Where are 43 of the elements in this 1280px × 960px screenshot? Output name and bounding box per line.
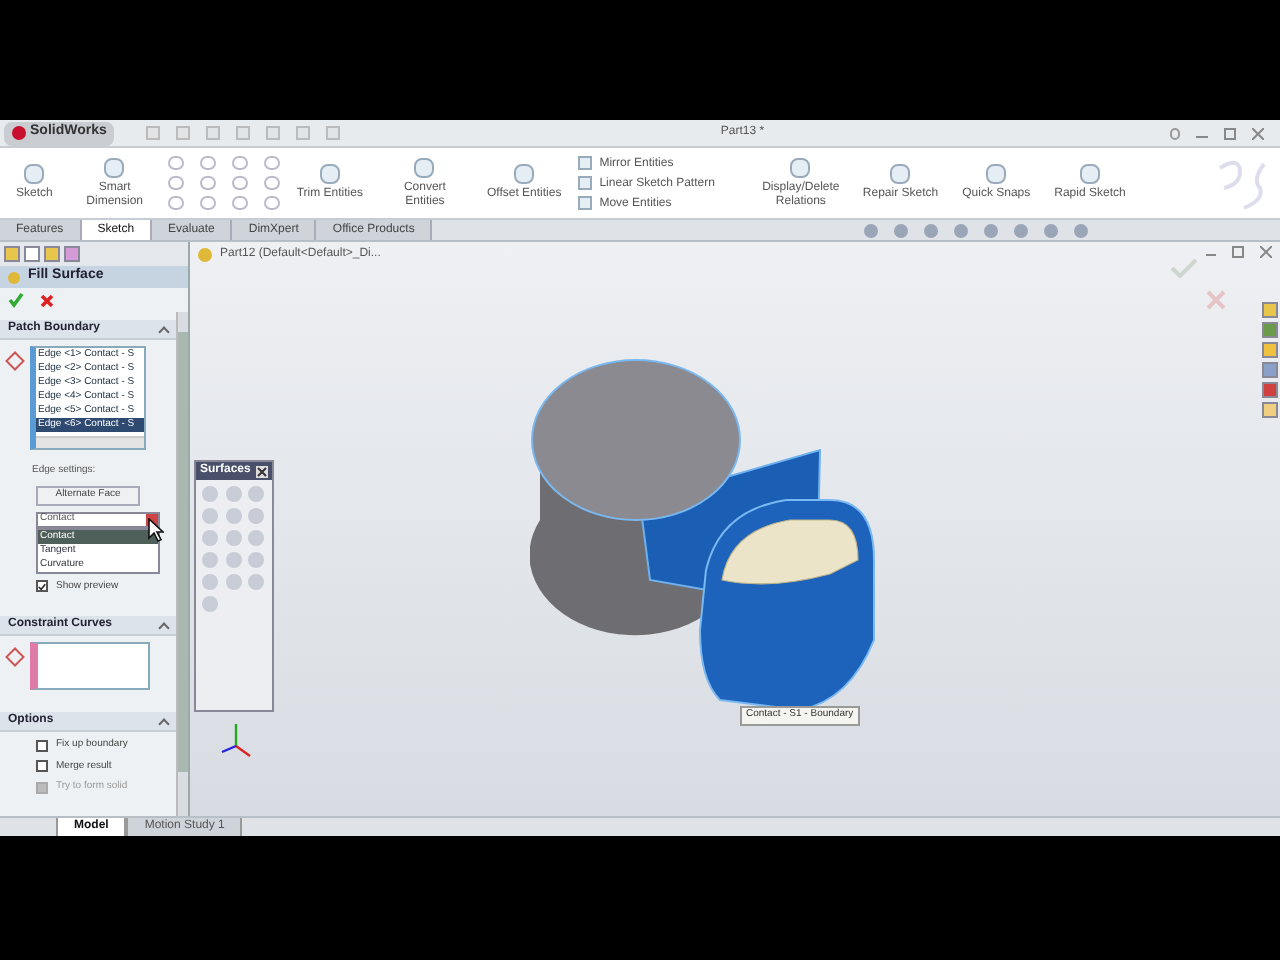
part-icon — [198, 248, 212, 262]
tool-icon — [790, 157, 811, 177]
collapse-icon — [158, 621, 170, 633]
curve-selection-icon — [5, 647, 25, 667]
vertical-scrollbar[interactable] — [176, 312, 188, 816]
view-tool-icon[interactable] — [984, 224, 998, 238]
collapse-icon — [158, 717, 170, 729]
ok-icon[interactable] — [8, 292, 24, 308]
logo-icon — [12, 126, 26, 140]
view-tool-icon[interactable] — [1074, 224, 1088, 238]
view-tool-icon[interactable] — [864, 224, 878, 238]
confirm-check-icon[interactable] — [1170, 258, 1198, 278]
checkbox[interactable] — [36, 580, 48, 593]
minimize-icon[interactable] — [1196, 135, 1208, 137]
checkbox[interactable] — [36, 760, 48, 773]
view-tool-icon[interactable] — [894, 224, 908, 238]
view-tool-icon[interactable] — [924, 224, 938, 238]
tool-icon — [1079, 164, 1100, 184]
view-tool-icon[interactable] — [954, 224, 968, 238]
feature-icon — [8, 271, 20, 283]
tool-icon — [414, 157, 435, 177]
scroll-thumb[interactable] — [178, 332, 188, 772]
edge-selection-icon — [5, 351, 25, 371]
help-icon[interactable] — [1170, 127, 1180, 139]
tool-icon — [24, 164, 45, 184]
view-tool-icon[interactable] — [1014, 224, 1028, 238]
collapse-icon — [158, 325, 170, 337]
horizontal-scrollbar[interactable] — [36, 436, 144, 448]
check-icon — [38, 581, 46, 592]
tool-icon — [986, 164, 1007, 184]
axis-triad-drawing — [218, 722, 254, 762]
checkbox[interactable] — [36, 739, 48, 752]
tool-icon — [319, 164, 340, 184]
restore-icon[interactable] — [1232, 246, 1244, 258]
tool-icon — [514, 164, 535, 184]
maximize-icon[interactable] — [1224, 127, 1236, 139]
close-icon[interactable] — [256, 465, 268, 477]
tool-icon — [104, 157, 125, 177]
constraint-curve-list[interactable] — [30, 642, 150, 690]
cancel-x-icon[interactable] — [1206, 290, 1226, 310]
cancel-icon[interactable] — [40, 293, 54, 307]
view-tool-icon[interactable] — [1044, 224, 1058, 238]
tool-icon — [890, 164, 911, 184]
